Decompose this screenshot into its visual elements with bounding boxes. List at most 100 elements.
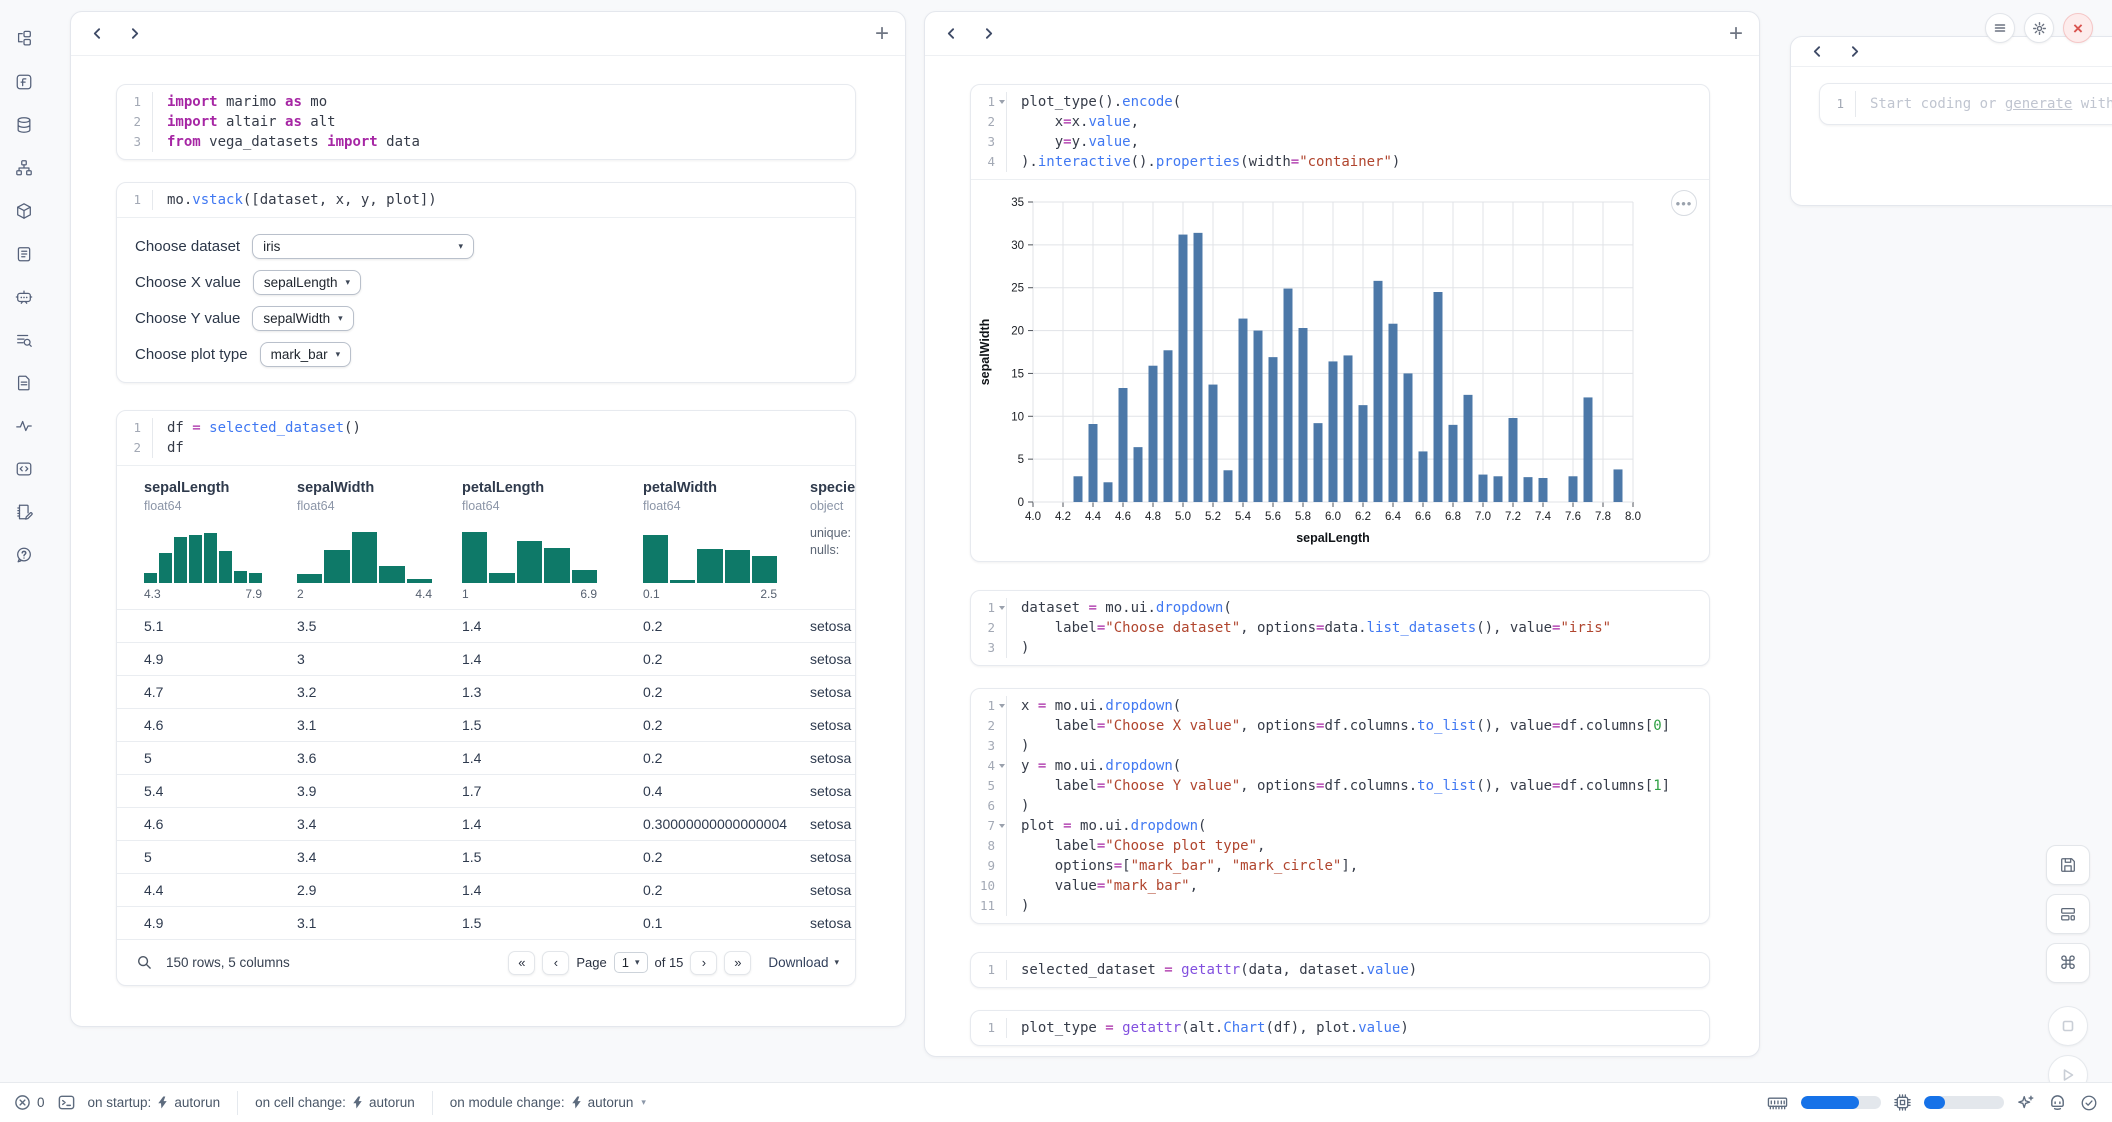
code-editor[interactable]: 1import marimo as mo2import altair as al… xyxy=(117,85,855,159)
column-header[interactable]: sepalWidthfloat6424.4 xyxy=(297,478,462,601)
table-row[interactable]: 5.43.91.70.4setosa xyxy=(117,774,855,807)
cell-xy-plot-dropdowns[interactable]: 1x = mo.ui.dropdown(2 label="Choose X va… xyxy=(970,688,1710,924)
column-panel-2: + 1plot_type().encode(2 x=x.value,3 y=y.… xyxy=(924,11,1760,1057)
column-header[interactable]: sepalLengthfloat644.37.9 xyxy=(144,478,297,601)
code-editor[interactable]: 1selected_dataset = getattr(data, datase… xyxy=(971,953,1709,987)
cell-empty-editor[interactable]: 1 Start coding or generate with AI. xyxy=(1819,83,2112,125)
datasources-icon[interactable] xyxy=(11,112,37,138)
ai-sparkles-icon[interactable] xyxy=(2017,1094,2035,1112)
keyboard-shortcuts-icon[interactable]: ⌘ xyxy=(2046,943,2090,983)
cell-plot-type[interactable]: 1plot_type = getattr(alt.Chart(df), plot… xyxy=(970,1010,1710,1046)
save-icon[interactable] xyxy=(2046,845,2090,885)
svg-text:30: 30 xyxy=(1011,240,1024,252)
column-header[interactable]: petalWidthfloat640.12.5 xyxy=(643,478,810,601)
table-row[interactable]: 4.73.21.30.2setosa xyxy=(117,675,855,708)
control-row: Choose datasetiris▾ xyxy=(135,228,855,264)
outline-icon[interactable] xyxy=(11,241,37,267)
scratchpad-icon[interactable] xyxy=(11,499,37,525)
table-row[interactable]: 4.93.11.50.1setosa xyxy=(117,906,855,939)
tracing-icon[interactable] xyxy=(11,413,37,439)
code-editor[interactable]: 1plot_type = getattr(alt.Chart(df), plot… xyxy=(971,1011,1709,1045)
functions-icon[interactable] xyxy=(11,69,37,95)
layout-icon[interactable] xyxy=(2046,894,2090,934)
dropdown-select[interactable]: iris▾ xyxy=(252,234,474,259)
on-module-change-toggle[interactable]: on module change: autorun ▾ xyxy=(450,1095,646,1110)
cell-vstack[interactable]: 1mo.vstack([dataset, x, y, plot]) Choose… xyxy=(116,182,856,383)
column-move-right-icon[interactable] xyxy=(1848,45,1861,58)
svg-text:5: 5 xyxy=(1018,454,1024,466)
help-icon[interactable] xyxy=(11,542,37,568)
svg-text:20: 20 xyxy=(1011,326,1024,338)
table-row[interactable]: 53.61.40.2setosa xyxy=(117,741,855,774)
column-header[interactable]: speciesobjectunique:nulls: xyxy=(810,478,856,601)
ram-progress-fill xyxy=(1801,1096,1859,1109)
copilot-robot-icon[interactable] xyxy=(2048,1093,2067,1112)
add-column-button[interactable]: + xyxy=(1729,22,1743,46)
packages-icon[interactable] xyxy=(11,198,37,224)
dependency-graph-icon[interactable] xyxy=(11,155,37,181)
menu-icon[interactable] xyxy=(1985,13,2015,43)
table-row[interactable]: 4.931.40.2setosa xyxy=(117,642,855,675)
cell-selected-dataset[interactable]: 1selected_dataset = getattr(data, datase… xyxy=(970,952,1710,988)
logs-icon[interactable] xyxy=(11,327,37,353)
column-move-left-icon[interactable] xyxy=(91,27,104,40)
page-total: of 15 xyxy=(655,955,684,970)
bar-chart[interactable]: 4.04.24.44.64.85.05.25.45.65.86.06.26.46… xyxy=(975,188,1687,558)
column-move-right-icon[interactable] xyxy=(982,27,995,40)
table-row[interactable]: 53.41.50.2setosa xyxy=(117,840,855,873)
generate-link[interactable]: generate xyxy=(2005,96,2072,112)
snippets-icon[interactable] xyxy=(11,456,37,482)
table-row[interactable]: 4.42.91.40.2setosa xyxy=(117,873,855,906)
dropdown-select[interactable]: sepalLength▾ xyxy=(253,270,361,295)
stop-icon[interactable] xyxy=(2048,1006,2088,1046)
svg-text:5.0: 5.0 xyxy=(1175,511,1191,523)
prev-page-button[interactable]: ‹ xyxy=(542,951,569,975)
add-column-button[interactable]: + xyxy=(875,22,889,46)
window-controls: × xyxy=(1985,13,2093,43)
table-row[interactable]: 5.13.51.40.2setosa xyxy=(117,609,855,642)
cell-dataset-dropdown[interactable]: 1dataset = mo.ui.dropdown(2 label="Choos… xyxy=(970,590,1710,666)
dropdown-select[interactable]: mark_bar▾ xyxy=(260,342,352,367)
table-row[interactable]: 4.63.41.40.30000000000000004setosa xyxy=(117,807,855,840)
on-cell-change-toggle[interactable]: on cell change: autorun xyxy=(255,1095,415,1110)
last-page-button[interactable]: » xyxy=(724,951,751,975)
svg-text:6.8: 6.8 xyxy=(1445,511,1461,523)
connection-status-icon[interactable] xyxy=(2080,1094,2098,1112)
code-editor[interactable]: 1mo.vstack([dataset, x, y, plot]) xyxy=(117,183,855,217)
documentation-icon[interactable] xyxy=(11,370,37,396)
file-tree-icon[interactable] xyxy=(11,26,37,52)
column-header[interactable]: petalLengthfloat6416.9 xyxy=(462,478,643,601)
on-startup-toggle[interactable]: on startup: autorun xyxy=(88,1095,221,1110)
column-move-left-icon[interactable] xyxy=(945,27,958,40)
code-editor[interactable]: 1dataset = mo.ui.dropdown(2 label="Choos… xyxy=(971,591,1709,665)
column-move-left-icon[interactable] xyxy=(1811,45,1824,58)
error-count: 0 xyxy=(37,1095,45,1110)
table-row[interactable]: 4.63.11.50.2setosa xyxy=(117,708,855,741)
control-row: Choose plot typemark_bar▾ xyxy=(135,336,855,372)
errors-indicator[interactable]: 0 xyxy=(14,1094,45,1111)
svg-text:25: 25 xyxy=(1011,283,1024,295)
first-page-button[interactable]: « xyxy=(508,951,535,975)
close-icon[interactable]: × xyxy=(2063,13,2093,43)
search-icon[interactable] xyxy=(137,955,152,970)
ai-chat-icon[interactable] xyxy=(11,284,37,310)
code-editor[interactable]: 1plot_type().encode(2 x=x.value,3 y=y.va… xyxy=(971,85,1709,179)
terminal-icon[interactable] xyxy=(57,1093,76,1112)
settings-gear-icon[interactable] xyxy=(2024,13,2054,43)
cell-imports[interactable]: 1import marimo as mo2import altair as al… xyxy=(116,84,856,160)
next-page-button[interactable]: › xyxy=(690,951,717,975)
chart-actions-icon[interactable]: ••• xyxy=(1671,190,1697,216)
control-row: Choose X valuesepalLength▾ xyxy=(135,264,855,300)
download-button[interactable]: Download▾ xyxy=(768,955,839,970)
cell-chart[interactable]: 1plot_type().encode(2 x=x.value,3 y=y.va… xyxy=(970,84,1710,562)
page-select[interactable]: 1▾ xyxy=(614,952,648,973)
cell-dataframe[interactable]: 1df = selected_dataset()2df sepalLengthf… xyxy=(116,410,856,986)
code-editor[interactable]: 1x = mo.ui.dropdown(2 label="Choose X va… xyxy=(971,689,1709,923)
code-editor[interactable]: 1df = selected_dataset()2df xyxy=(117,411,855,465)
page-label: Page xyxy=(576,955,606,970)
editor-placeholder[interactable]: Start coding or generate with AI. xyxy=(1870,91,2112,117)
column-move-right-icon[interactable] xyxy=(128,27,141,40)
dropdown-controls-output: Choose datasetiris▾Choose X valuesepalLe… xyxy=(117,217,855,382)
svg-text:6.2: 6.2 xyxy=(1355,511,1371,523)
dropdown-select[interactable]: sepalWidth▾ xyxy=(252,306,353,331)
